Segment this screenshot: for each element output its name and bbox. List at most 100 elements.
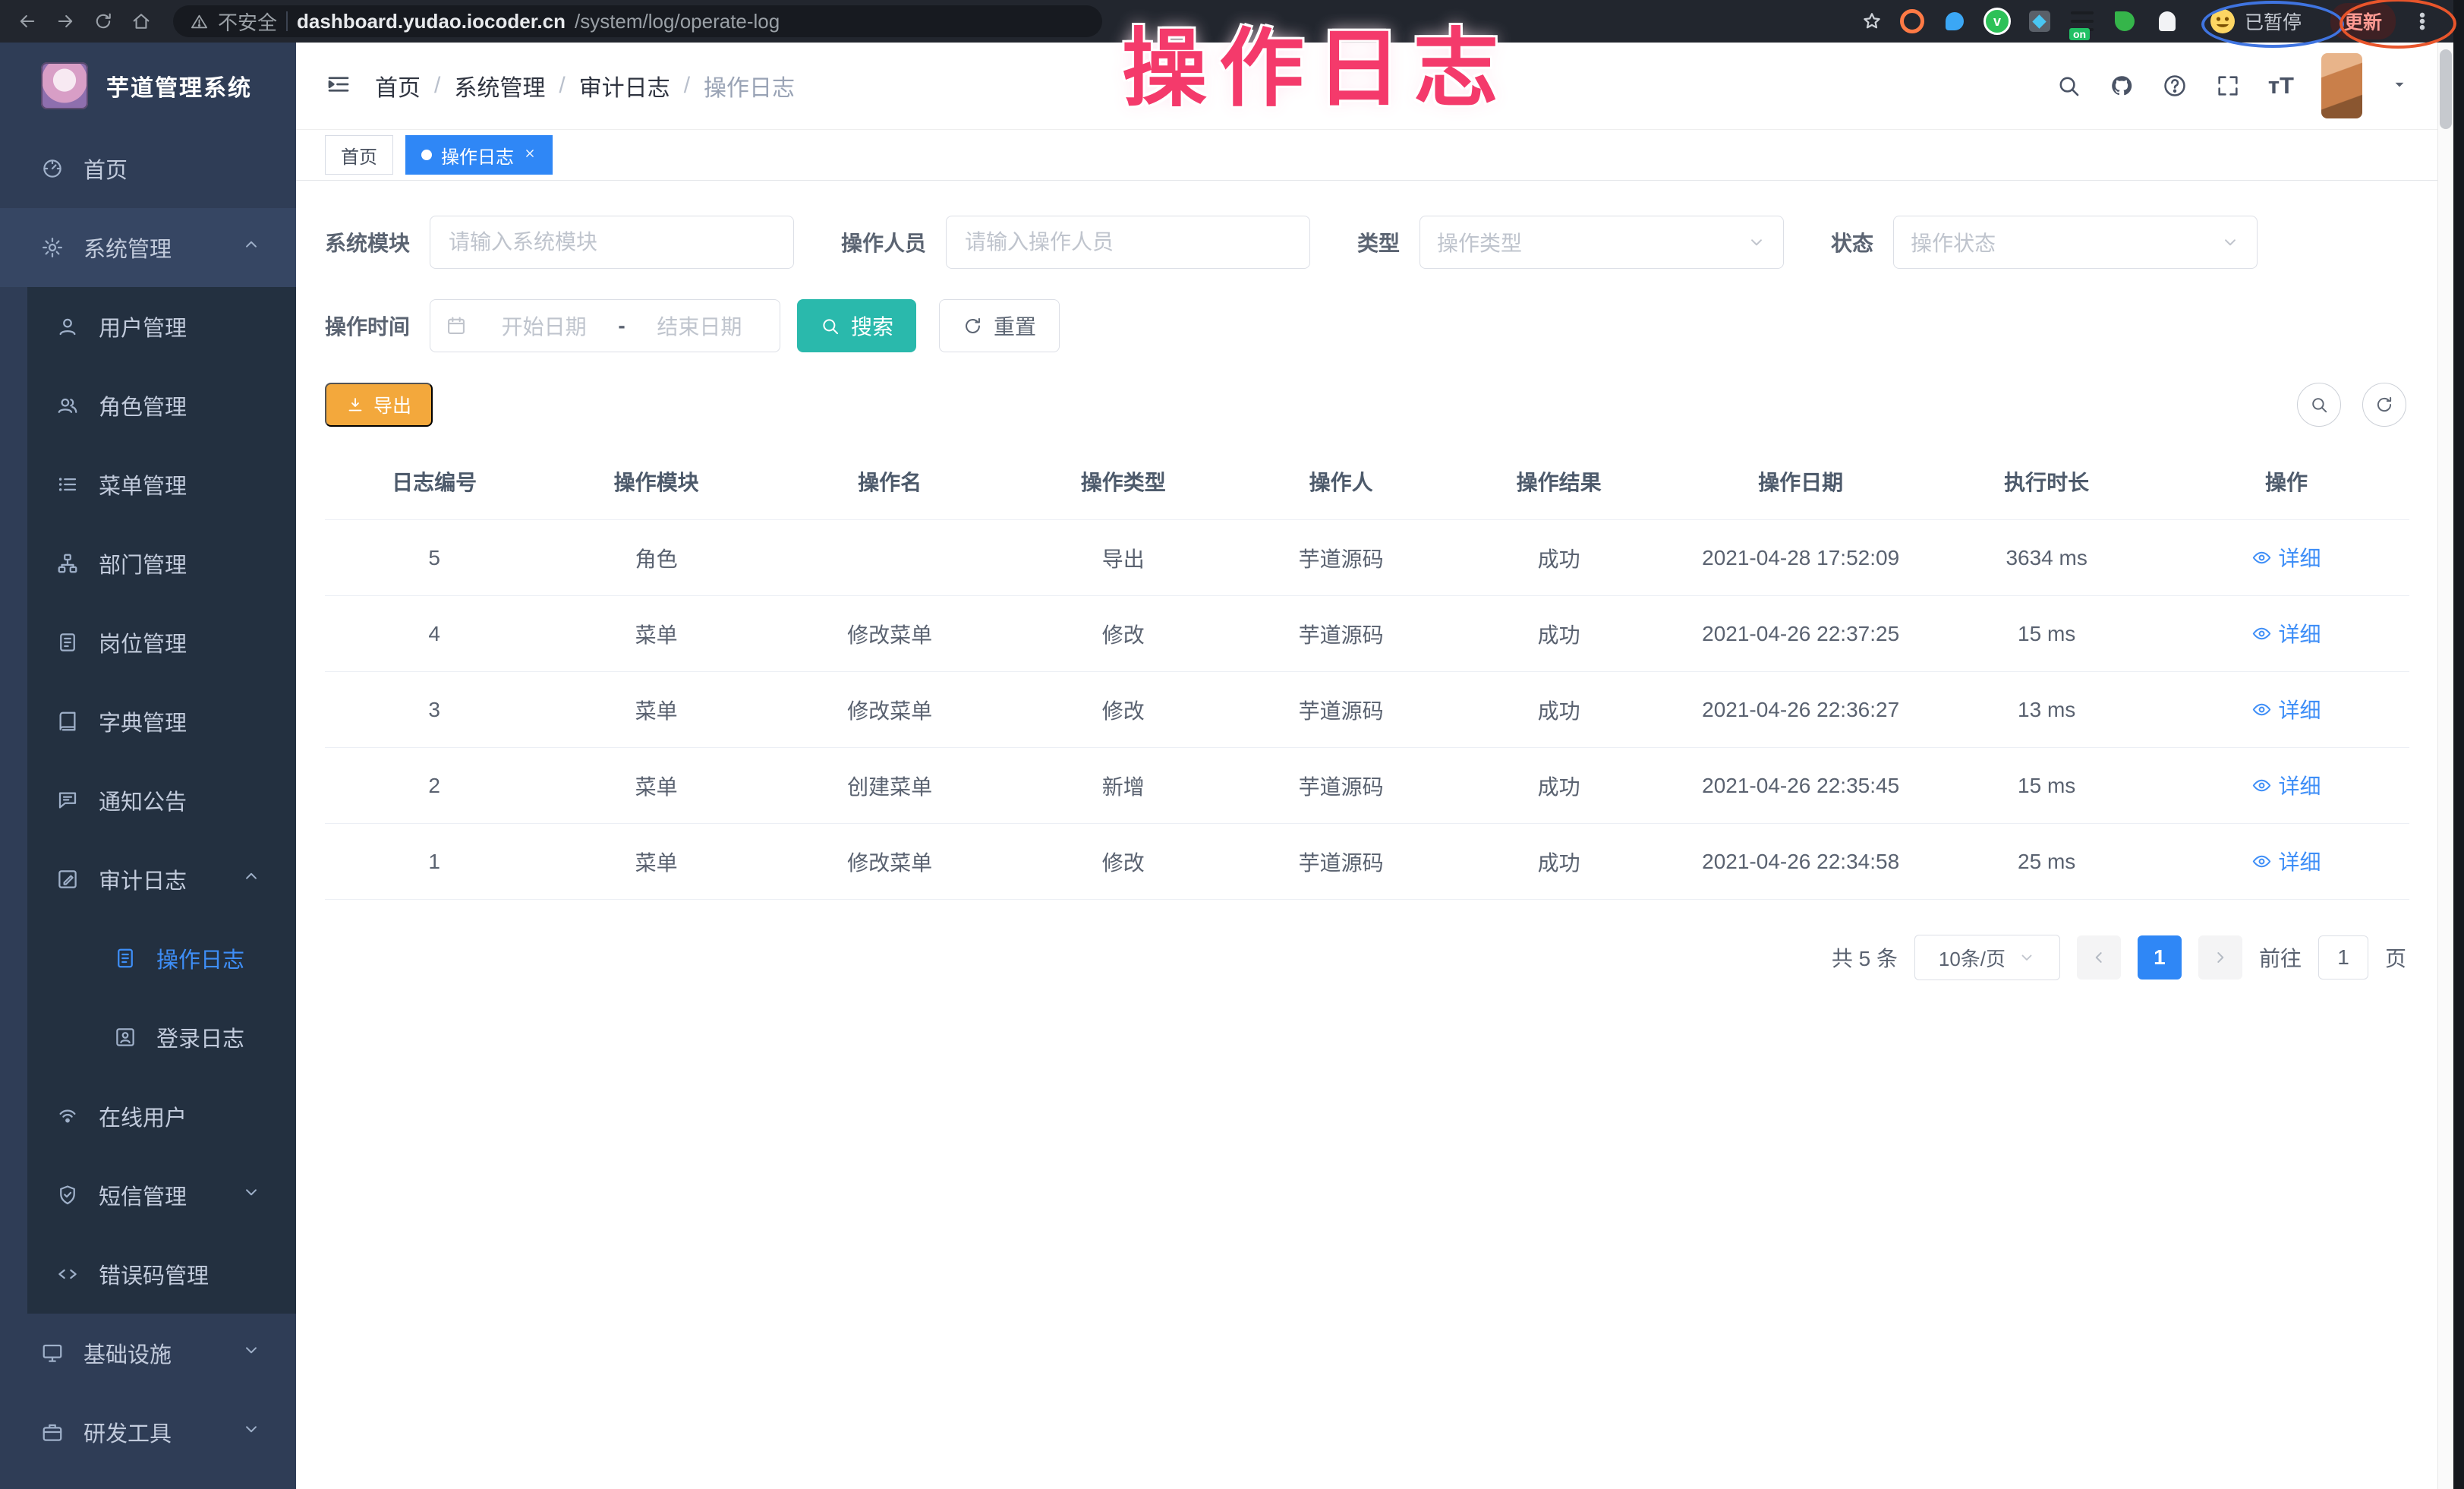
github-icon[interactable] (2109, 73, 2135, 99)
scrollbar-track[interactable] (2437, 43, 2453, 1489)
next-page-button[interactable] (2198, 935, 2242, 980)
tree-icon (56, 552, 79, 575)
browser-back-button[interactable] (11, 5, 44, 38)
detail-link[interactable]: 详细 (2251, 846, 2321, 876)
cell-result: 成功 (1446, 520, 1672, 596)
chevron-down-icon (1747, 232, 1766, 252)
browser-menu-dots-icon[interactable] (2411, 10, 2434, 33)
search-icon[interactable] (2056, 73, 2081, 99)
help-icon[interactable] (2162, 73, 2188, 99)
sidebar-item-notice[interactable]: 通知公告 (27, 761, 296, 840)
browser-home-button[interactable] (124, 5, 158, 38)
cell-duration: 13 ms (1930, 672, 2163, 748)
toggle-search-button[interactable] (2297, 383, 2341, 427)
extension-gem-icon[interactable] (2026, 8, 2053, 35)
extension-green-circle-icon[interactable]: v (1983, 8, 2011, 35)
sidebar-item-dict[interactable]: 字典管理 (27, 682, 296, 761)
detail-link[interactable]: 详细 (2251, 770, 2321, 800)
sidebar-item-label: 错误码管理 (99, 1258, 209, 1290)
sidebar-collapse-button[interactable] (325, 71, 352, 102)
sidebar-item-dept[interactable]: 部门管理 (27, 524, 296, 603)
browser-update-button[interactable]: 更新 (2330, 3, 2396, 39)
sidebar-item-online-user[interactable]: 在线用户 (27, 1077, 296, 1156)
cell-type: 新增 (1010, 748, 1236, 824)
sidebar-item-login-log[interactable]: 登录日志 (27, 998, 296, 1077)
page-number-1[interactable]: 1 (2138, 935, 2182, 980)
sidebar-item-operate-log[interactable]: 操作日志 (27, 919, 296, 998)
sidebar-item-audit-log[interactable]: 审计日志 (27, 840, 296, 919)
browser-forward-button[interactable] (49, 5, 82, 38)
sidebar-item-label: 角色管理 (99, 390, 187, 421)
tag-active[interactable]: 操作日志 (405, 135, 553, 175)
cell-duration: 15 ms (1930, 596, 2163, 672)
prev-page-button[interactable] (2077, 935, 2121, 980)
cell-name: 修改菜单 (769, 824, 1011, 900)
status-select[interactable]: 操作状态 (1893, 216, 2258, 269)
detail-link[interactable]: 详细 (2251, 694, 2321, 724)
sidebar-item-post[interactable]: 岗位管理 (27, 603, 296, 682)
extension-switch-icon[interactable]: on (2069, 8, 2096, 35)
monitor-icon (41, 1342, 64, 1364)
sidebar-item-role[interactable]: 角色管理 (27, 366, 296, 445)
tag-label: 首页 (341, 142, 377, 169)
sidebar-item-sms[interactable]: 短信管理 (27, 1156, 296, 1235)
app-logo-row[interactable]: 芋道管理系统 (0, 43, 296, 129)
operator-input[interactable] (946, 216, 1310, 269)
sidebar-item-system[interactable]: 系统管理 (0, 208, 296, 287)
module-input[interactable] (430, 216, 794, 269)
cell-type: 修改 (1010, 824, 1236, 900)
book-icon (56, 710, 79, 733)
extension-blue-drop-icon[interactable] (1941, 8, 1968, 35)
eye-icon (2251, 699, 2272, 720)
breadcrumb-separator: / (559, 73, 565, 99)
detail-link[interactable]: 详细 (2251, 618, 2321, 648)
extension-ghost-icon[interactable] (2154, 8, 2181, 35)
table-row: 4菜单修改菜单修改芋道源码成功2021-04-26 22:37:2515 ms详… (325, 596, 2409, 672)
sidebar-item-user[interactable]: 用户管理 (27, 287, 296, 366)
page-size-select[interactable]: 10条/页 (1914, 935, 2060, 980)
extension-leaf-icon[interactable] (2111, 8, 2138, 35)
url-host: dashboard.yudao.iocoder.cn (297, 10, 566, 33)
extension-orange-ring-icon[interactable] (1898, 8, 1926, 35)
detail-link[interactable]: 详细 (2251, 542, 2321, 573)
address-bar[interactable]: 不安全 dashboard.yudao.iocoder.cn/system/lo… (173, 5, 1102, 37)
search-button[interactable]: 搜索 (797, 299, 916, 352)
breadcrumb-item[interactable]: 首页 (375, 69, 421, 103)
calendar-icon (446, 315, 467, 336)
window-edge (2453, 0, 2464, 1489)
cell-duration: 15 ms (1930, 748, 2163, 824)
sidebar-item-dev-tools[interactable]: 研发工具 (0, 1393, 296, 1472)
sidebar-item-home[interactable]: 首页 (0, 129, 296, 208)
column-header: 操作类型 (1010, 450, 1236, 520)
refresh-table-button[interactable] (2362, 383, 2406, 427)
fullscreen-icon[interactable] (2215, 73, 2241, 99)
breadcrumb-item[interactable]: 系统管理 (454, 69, 545, 103)
avatar-caret-down-icon[interactable] (2390, 74, 2409, 98)
tag-label: 操作日志 (441, 142, 514, 169)
date-range-picker[interactable]: 开始日期 - 结束日期 (430, 299, 780, 352)
page-size-value: 10条/页 (1939, 944, 2006, 972)
sidebar-item-label: 菜单管理 (99, 468, 187, 500)
export-button[interactable]: 导出 (325, 383, 433, 427)
breadcrumb-item[interactable]: 审计日志 (579, 69, 670, 103)
page-unit-label: 页 (2385, 942, 2406, 973)
bookmark-star-icon[interactable] (1861, 10, 1883, 33)
type-select[interactable]: 操作类型 (1419, 216, 1784, 269)
cell-name (769, 520, 1011, 596)
profile-chip[interactable]: 已暂停 (2196, 4, 2315, 39)
reset-button[interactable]: 重置 (939, 299, 1060, 352)
goto-page-input[interactable] (2318, 935, 2368, 980)
browser-reload-button[interactable] (87, 5, 120, 38)
table-tools (2297, 383, 2406, 427)
tag-item[interactable]: 首页 (325, 135, 393, 175)
font-size-icon[interactable]: тT (2268, 72, 2294, 99)
sidebar-item-error-code[interactable]: 错误码管理 (27, 1235, 296, 1314)
close-icon[interactable] (523, 144, 537, 166)
sidebar-item-label: 岗位管理 (99, 626, 187, 658)
download-icon (346, 396, 364, 414)
online-icon (56, 1105, 79, 1128)
sidebar-item-menu[interactable]: 菜单管理 (27, 445, 296, 524)
sidebar-item-infra[interactable]: 基础设施 (0, 1314, 296, 1393)
avatar[interactable] (2321, 53, 2362, 118)
scrollbar-thumb[interactable] (2440, 49, 2452, 129)
